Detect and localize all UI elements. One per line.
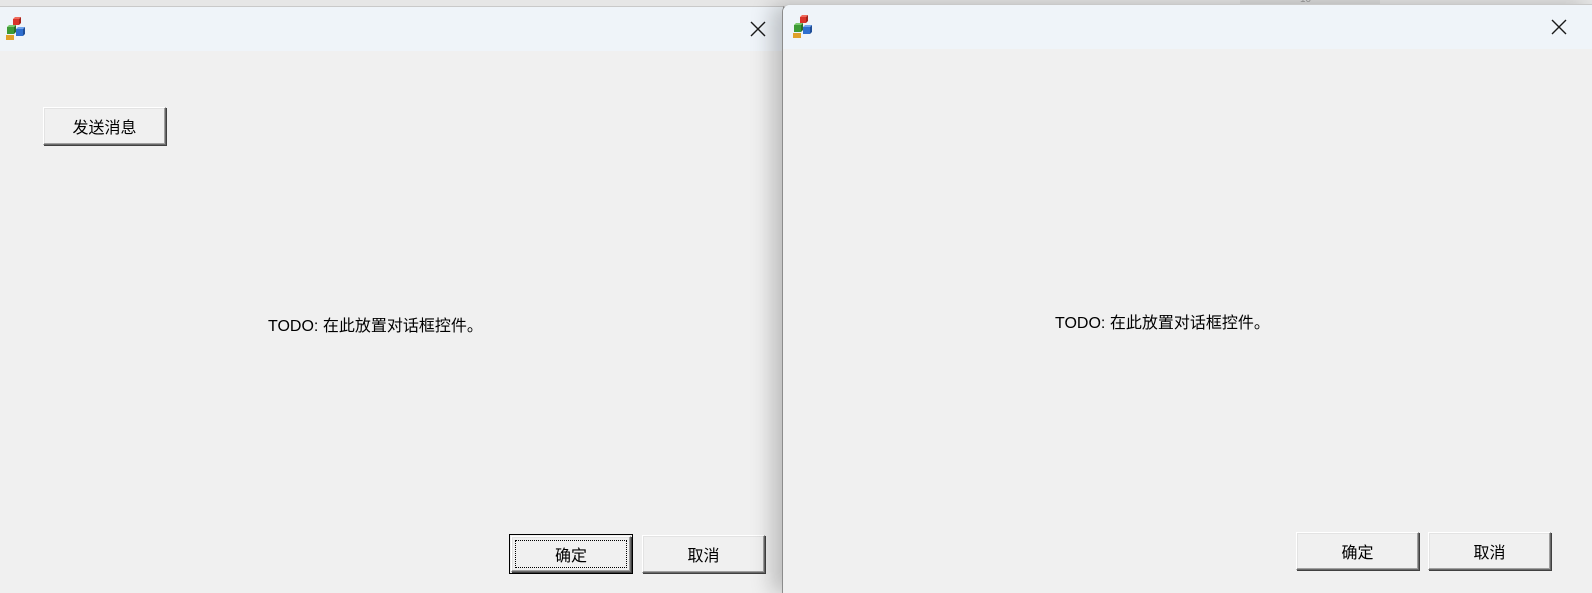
todo-message: 在此放置对话框控件。	[322, 316, 483, 335]
cancel-button[interactable]: 取消	[1428, 532, 1551, 570]
ok-button-label: 确定	[554, 546, 587, 565]
dialog-left: 发送消息 TODO: 在此放置对话框控件。 确定 取消	[0, 6, 784, 593]
todo-static-text: TODO: 在此放置对话框控件。	[268, 312, 483, 336]
cancel-button-label: 取消	[687, 546, 720, 565]
send-message-button-label: 发送消息	[72, 118, 137, 137]
close-button[interactable]	[1536, 5, 1582, 49]
title-bar[interactable]	[783, 5, 1592, 49]
close-button[interactable]	[735, 7, 781, 51]
todo-prefix: TODO:	[268, 318, 319, 335]
close-icon	[750, 21, 766, 37]
send-message-button[interactable]: 发送消息	[43, 107, 166, 145]
todo-message: 在此放置对话框控件。	[1109, 313, 1270, 332]
todo-prefix: TODO:	[1055, 315, 1106, 332]
todo-static-text: TODO: 在此放置对话框控件。	[1055, 309, 1270, 333]
title-bar[interactable]	[0, 7, 783, 51]
ok-button[interactable]: 确定	[509, 534, 633, 574]
ok-button[interactable]: 确定	[1296, 532, 1419, 570]
app-blocks-icon	[793, 15, 812, 38]
close-icon	[1551, 19, 1567, 35]
ok-button-label: 确定	[1341, 543, 1374, 562]
cancel-button-label: 取消	[1473, 543, 1506, 562]
dialog-right: TODO: 在此放置对话框控件。 确定 取消	[782, 4, 1592, 593]
desktop: 10 发送消息	[0, 0, 1592, 593]
app-blocks-icon	[6, 17, 25, 40]
cancel-button[interactable]: 取消	[642, 535, 765, 573]
